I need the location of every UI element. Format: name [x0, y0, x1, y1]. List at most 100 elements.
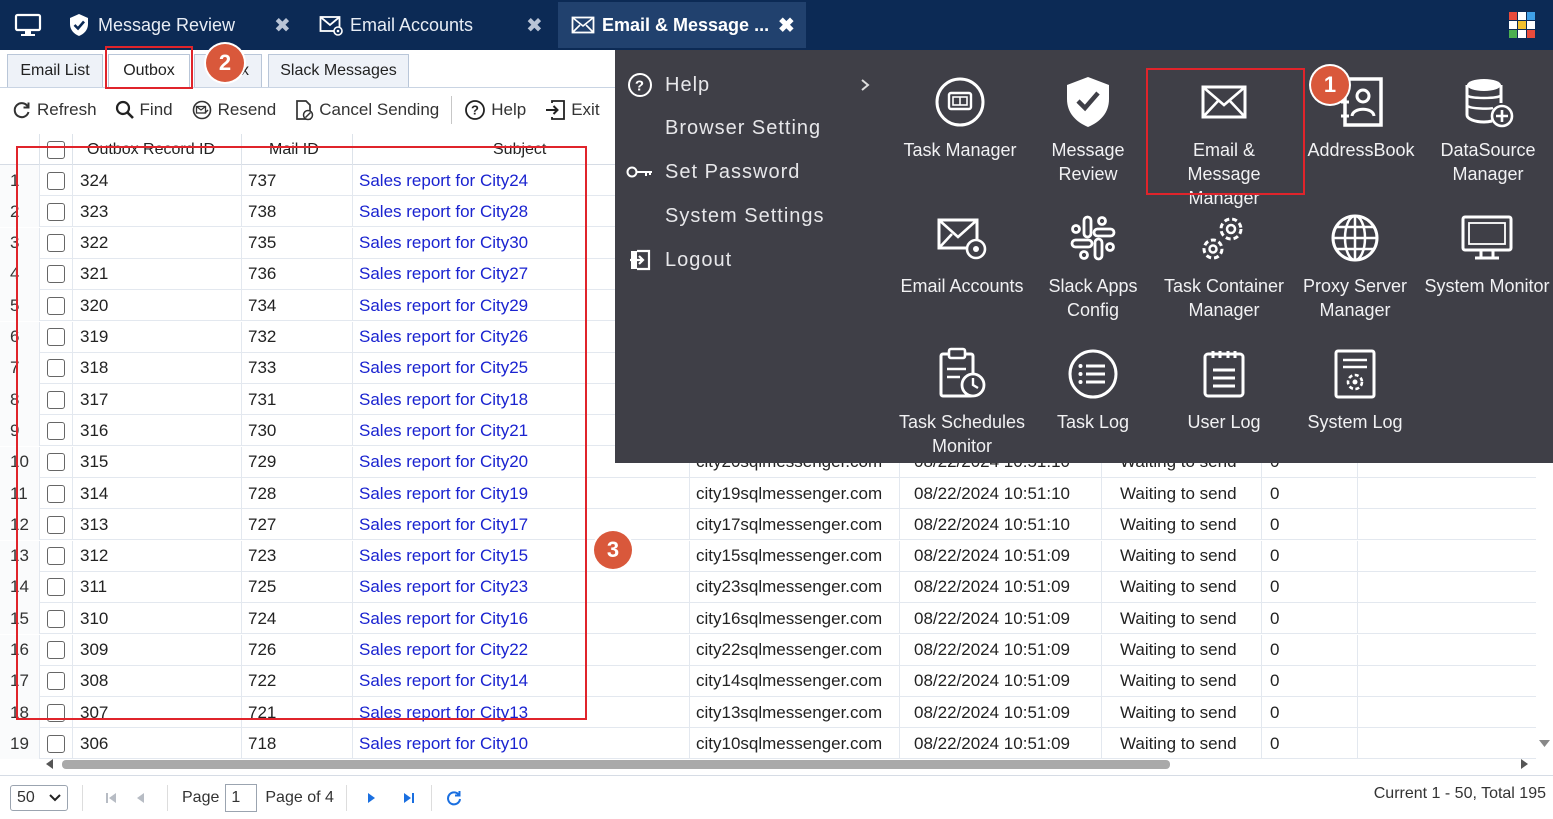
exit-icon — [546, 100, 566, 120]
clipboard-list-icon — [1196, 346, 1252, 402]
close-icon[interactable]: ✖ — [274, 13, 291, 38]
task-manager-icon — [932, 74, 988, 130]
cell-to: city16sqlmessenger.com — [690, 603, 900, 635]
menu-item-help[interactable]: ? Help — [625, 68, 885, 102]
email-gear-icon — [318, 12, 344, 38]
tab-email-message-manager[interactable]: Email & Message ... ✖ — [558, 2, 806, 48]
cell-count: 0 — [1262, 571, 1358, 603]
svg-text:?: ? — [635, 78, 645, 95]
tab-label: Message Review — [98, 14, 236, 35]
cell-subject[interactable]: Sales report for City10 — [353, 728, 690, 759]
next-page-button[interactable] — [359, 786, 383, 810]
cell-date: 08/22/2024 10:51:09 — [900, 634, 1102, 666]
menu-item-logout[interactable]: Logout — [625, 243, 732, 277]
pager-divider — [82, 784, 83, 811]
cell-date: 08/22/2024 10:51:09 — [900, 603, 1102, 635]
cell-count: 0 — [1262, 697, 1358, 729]
annotation-box-outbox — [105, 46, 193, 89]
cancel-sending-button[interactable]: Cancel Sending — [294, 99, 439, 121]
chevron-right-icon — [861, 79, 870, 91]
document-gear-icon — [1327, 346, 1383, 402]
prev-page-button[interactable] — [129, 786, 153, 810]
first-page-icon — [106, 792, 116, 803]
launcher-datasource-manager[interactable]: DataSource Manager — [1422, 74, 1553, 186]
checkbox-box — [47, 734, 65, 753]
row-checkbox[interactable] — [40, 728, 73, 759]
svg-text:?: ? — [471, 103, 479, 118]
app-logo-icon[interactable] — [1507, 10, 1537, 40]
launcher-user-log[interactable]: User Log — [1158, 346, 1290, 434]
pager-info: Current 1 - 50, Total 195 — [1373, 785, 1546, 802]
launcher-system-log[interactable]: System Log — [1289, 346, 1421, 434]
tab-email-list[interactable]: Email List — [7, 54, 103, 87]
horizontal-scrollbar[interactable] — [40, 757, 1536, 771]
menu-item-browser-setting[interactable]: Browser Setting — [625, 111, 821, 145]
launcher-slack-apps-config[interactable]: Slack Apps Config — [1027, 210, 1159, 322]
launcher-proxy-server-manager[interactable]: Proxy Server Manager — [1289, 210, 1421, 322]
page-size-select[interactable]: 50 — [10, 784, 68, 811]
launcher-email-accounts[interactable]: Email Accounts — [896, 210, 1028, 298]
refresh-icon — [13, 102, 30, 119]
toolbar-divider — [451, 96, 453, 124]
scroll-thumb[interactable] — [62, 760, 1170, 769]
launcher-task-container-manager[interactable]: Task Container Manager — [1158, 210, 1290, 322]
cell-date: 08/22/2024 10:51:09 — [900, 728, 1102, 759]
launcher-system-monitor[interactable]: System Monitor — [1421, 210, 1553, 298]
menu-item-system-settings[interactable]: System Settings — [625, 199, 825, 233]
help-button[interactable]: ? Help — [464, 99, 526, 121]
tab-message-review[interactable]: Message Review ✖ — [62, 2, 302, 48]
search-icon — [115, 100, 134, 119]
annotation-badge-1: 1 — [1311, 66, 1349, 104]
cell-status: Waiting to send — [1102, 478, 1262, 509]
reload-button[interactable] — [442, 786, 466, 810]
exit-button[interactable]: Exit — [544, 99, 600, 121]
cell-to: city10sqlmessenger.com — [690, 728, 900, 759]
cell-status: Waiting to send — [1102, 509, 1262, 541]
monitor-icon — [14, 13, 42, 36]
last-page-button[interactable] — [397, 786, 421, 810]
cell-date: 08/22/2024 10:51:09 — [900, 540, 1102, 572]
top-tab-bar: Message Review ✖ Email Accounts ✖ Email … — [0, 0, 1553, 50]
cell-to: city17sqlmessenger.com — [690, 509, 900, 541]
scroll-down-icon[interactable] — [1536, 736, 1553, 750]
resend-button[interactable]: Resend — [191, 100, 276, 120]
monitor-menu-button[interactable] — [8, 8, 48, 42]
tab-slack-messages[interactable]: Slack Messages — [268, 54, 409, 87]
pager-divider — [430, 784, 432, 811]
cell-to: city13sqlmessenger.com — [690, 697, 900, 729]
tab-email-accounts[interactable]: Email Accounts ✖ — [314, 2, 554, 48]
page-number-input[interactable]: 1 — [225, 783, 258, 812]
pager: 50 Page 1 Page of 4 Current 1 - 50, Tota… — [0, 775, 1553, 819]
chevron-down-icon — [49, 793, 61, 801]
shield-check-icon — [1060, 74, 1116, 130]
annotation-badge-2: 2 — [206, 44, 244, 82]
cell-mail-id: 718 — [242, 728, 353, 759]
scroll-left-icon[interactable] — [44, 757, 56, 771]
table-row[interactable]: 19 306 718 Sales report for City10 city10sql… — [0, 728, 1536, 759]
find-button[interactable]: Find — [115, 100, 173, 120]
annotation-box-grid — [16, 146, 587, 720]
logout-icon — [625, 245, 655, 275]
cell-date: 08/22/2024 10:51:09 — [900, 697, 1102, 729]
help-circle-icon: ? — [625, 70, 655, 100]
launcher-task-manager[interactable]: Task Manager — [894, 74, 1026, 162]
close-icon[interactable]: ✖ — [778, 13, 795, 38]
annotation-badge-3: 3 — [594, 531, 632, 569]
first-page-button[interactable] — [99, 786, 123, 810]
help-circle-icon: ? — [465, 100, 486, 120]
cell-outbox-record-id: 306 — [73, 728, 242, 759]
launcher-task-schedules-monitor[interactable]: Task Schedules Monitor — [896, 346, 1028, 458]
cell-count: 0 — [1262, 728, 1358, 759]
refresh-button[interactable]: Refresh — [12, 100, 97, 120]
launcher-message-review[interactable]: Message Review — [1022, 74, 1154, 186]
cell-status: Waiting to send — [1102, 697, 1262, 729]
scroll-right-icon[interactable] — [1518, 757, 1530, 771]
cell-to: city19sqlmessenger.com — [690, 478, 900, 509]
page-count-label: Page of 4 — [265, 788, 334, 806]
monitor-icon — [1459, 210, 1515, 266]
menu-item-set-password[interactable]: Set Password — [625, 155, 800, 189]
launcher-task-log[interactable]: Task Log — [1027, 346, 1159, 434]
close-icon[interactable]: ✖ — [526, 13, 543, 38]
cell-date: 08/22/2024 10:51:10 — [900, 478, 1102, 509]
shield-check-icon — [66, 12, 92, 38]
